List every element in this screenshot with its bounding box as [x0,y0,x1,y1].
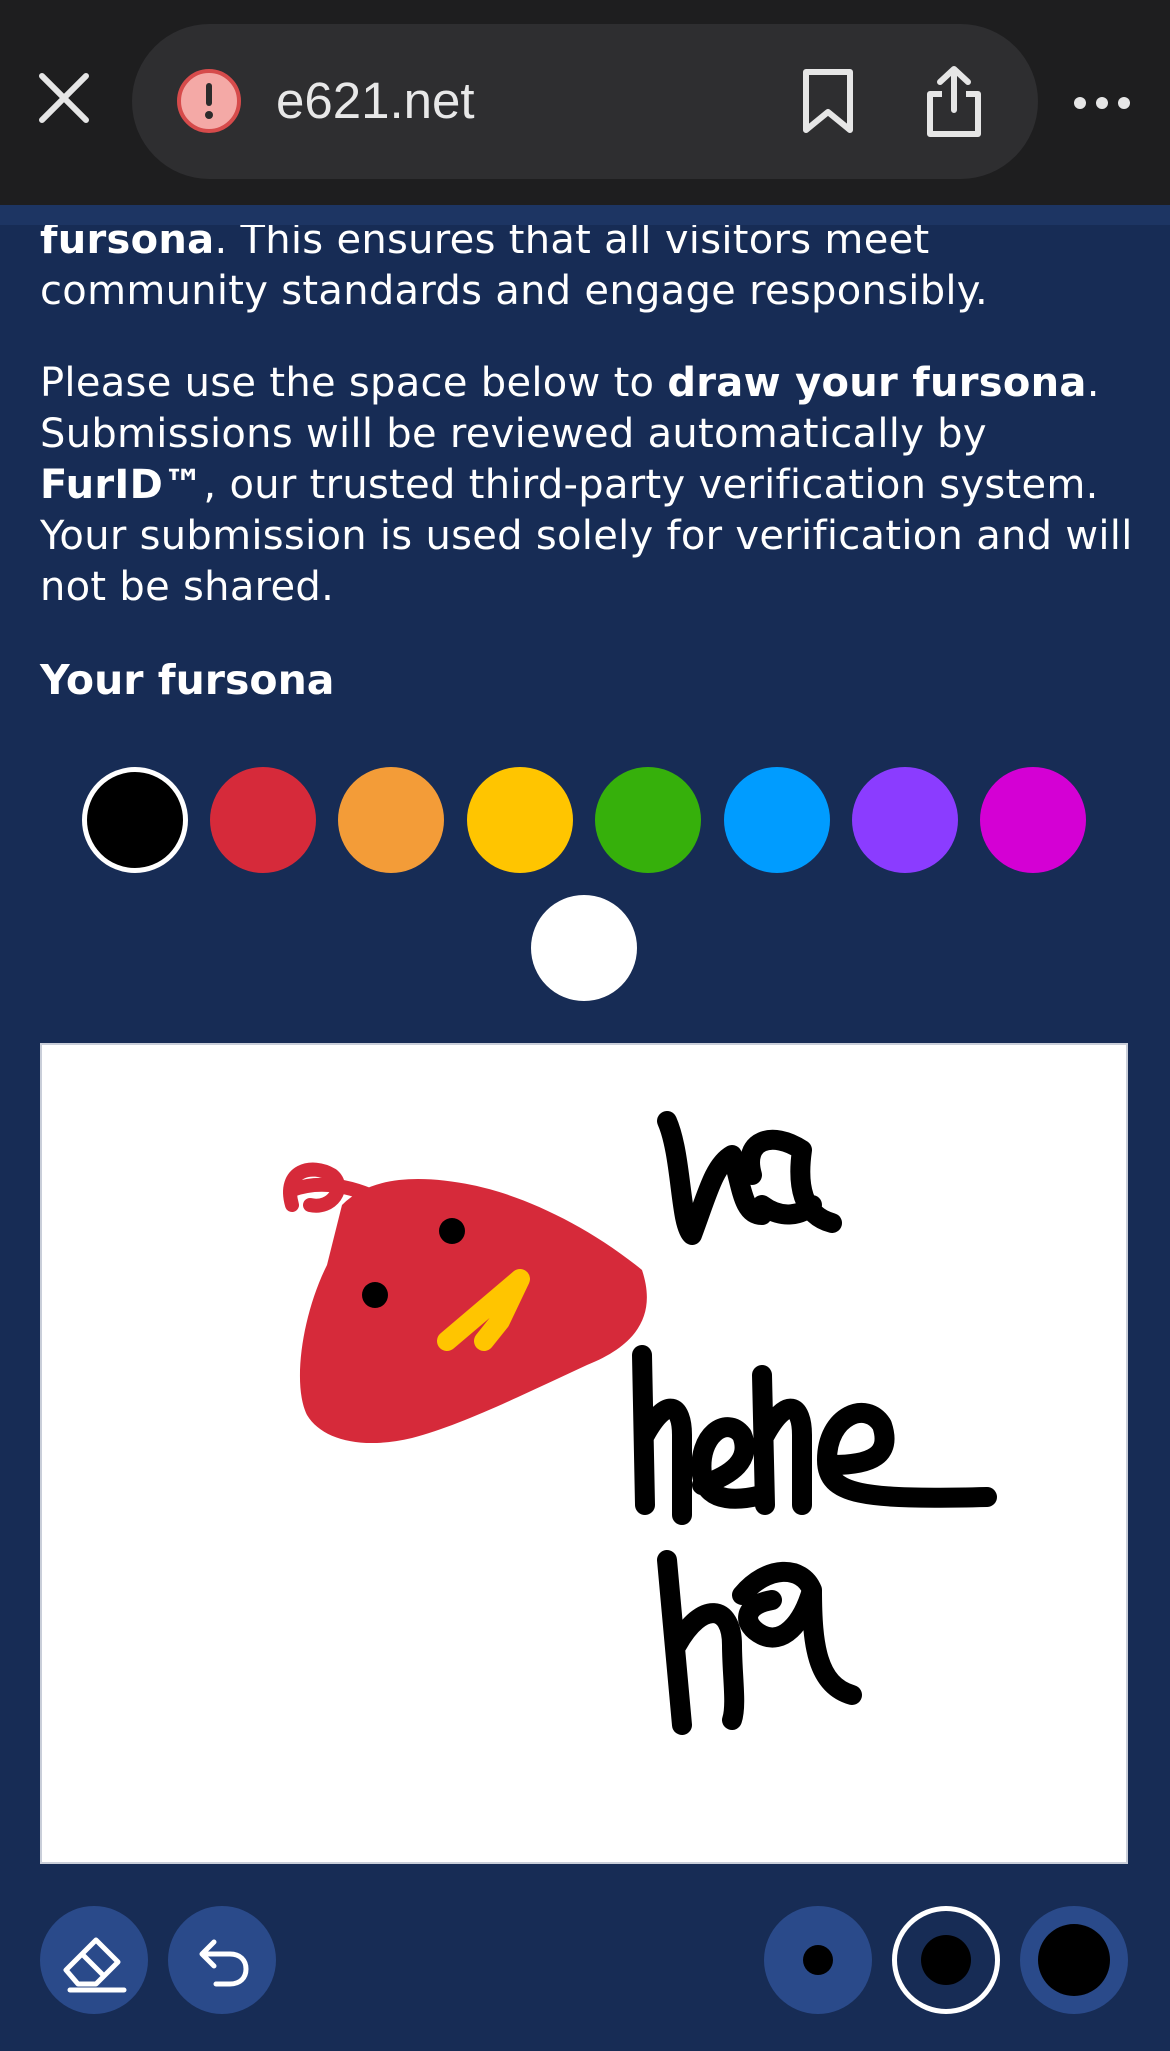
color-swatch-yellow[interactable] [467,767,573,873]
instructions-text: , our trusted third-party verification s… [40,462,1133,610]
undo-icon [199,1939,249,1987]
header-strip [0,205,1170,225]
color-swatch-black[interactable] [82,767,188,873]
color-swatch-purple[interactable] [852,767,958,873]
bookmark-icon[interactable] [792,66,864,138]
undo-button[interactable] [168,1906,276,2014]
drawing-strokes [283,1111,997,1735]
instructions-text: Please use the space below to [40,360,668,406]
color-swatch-orange[interactable] [338,767,444,873]
drawing-creature [283,1162,647,1444]
furid-brand: FurID™ [40,462,204,508]
more-options-icon[interactable] [1070,78,1134,128]
url-text: e621.net [276,72,475,129]
eraser-icon [63,1937,127,1993]
instructions-bold: draw your fursona [667,360,1087,406]
brush-dot-medium [921,1935,971,1985]
brush-dot-small [803,1945,833,1975]
brush-size-medium[interactable] [892,1906,1000,2014]
drawing-handwriting [632,1111,997,1735]
color-swatch-white[interactable] [531,895,637,1001]
share-icon[interactable] [916,64,992,140]
intro-paragraph: fursona. This ensures that all visitors … [40,215,1140,317]
color-swatch-green[interactable] [595,767,701,873]
close-icon[interactable] [36,70,92,126]
verification-text: fursona. This ensures that all visitors … [40,215,1140,706]
section-heading: Your fursona [40,656,335,704]
brush-size-large[interactable] [1020,1906,1128,2014]
browser-toolbar: e621.net [0,0,1170,205]
eraser-button[interactable] [40,1906,148,2014]
warning-icon[interactable] [176,68,242,134]
color-swatch-magenta[interactable] [980,767,1086,873]
drawing-canvas[interactable] [40,1043,1128,1864]
instructions-paragraph: Please use the space below to draw your … [40,358,1140,613]
address-bar[interactable]: e621.net [132,24,1038,179]
brush-size-small[interactable] [764,1906,872,2014]
color-swatch-red[interactable] [210,767,316,873]
brush-dot-large [1038,1924,1110,1996]
color-swatch-blue[interactable] [724,767,830,873]
